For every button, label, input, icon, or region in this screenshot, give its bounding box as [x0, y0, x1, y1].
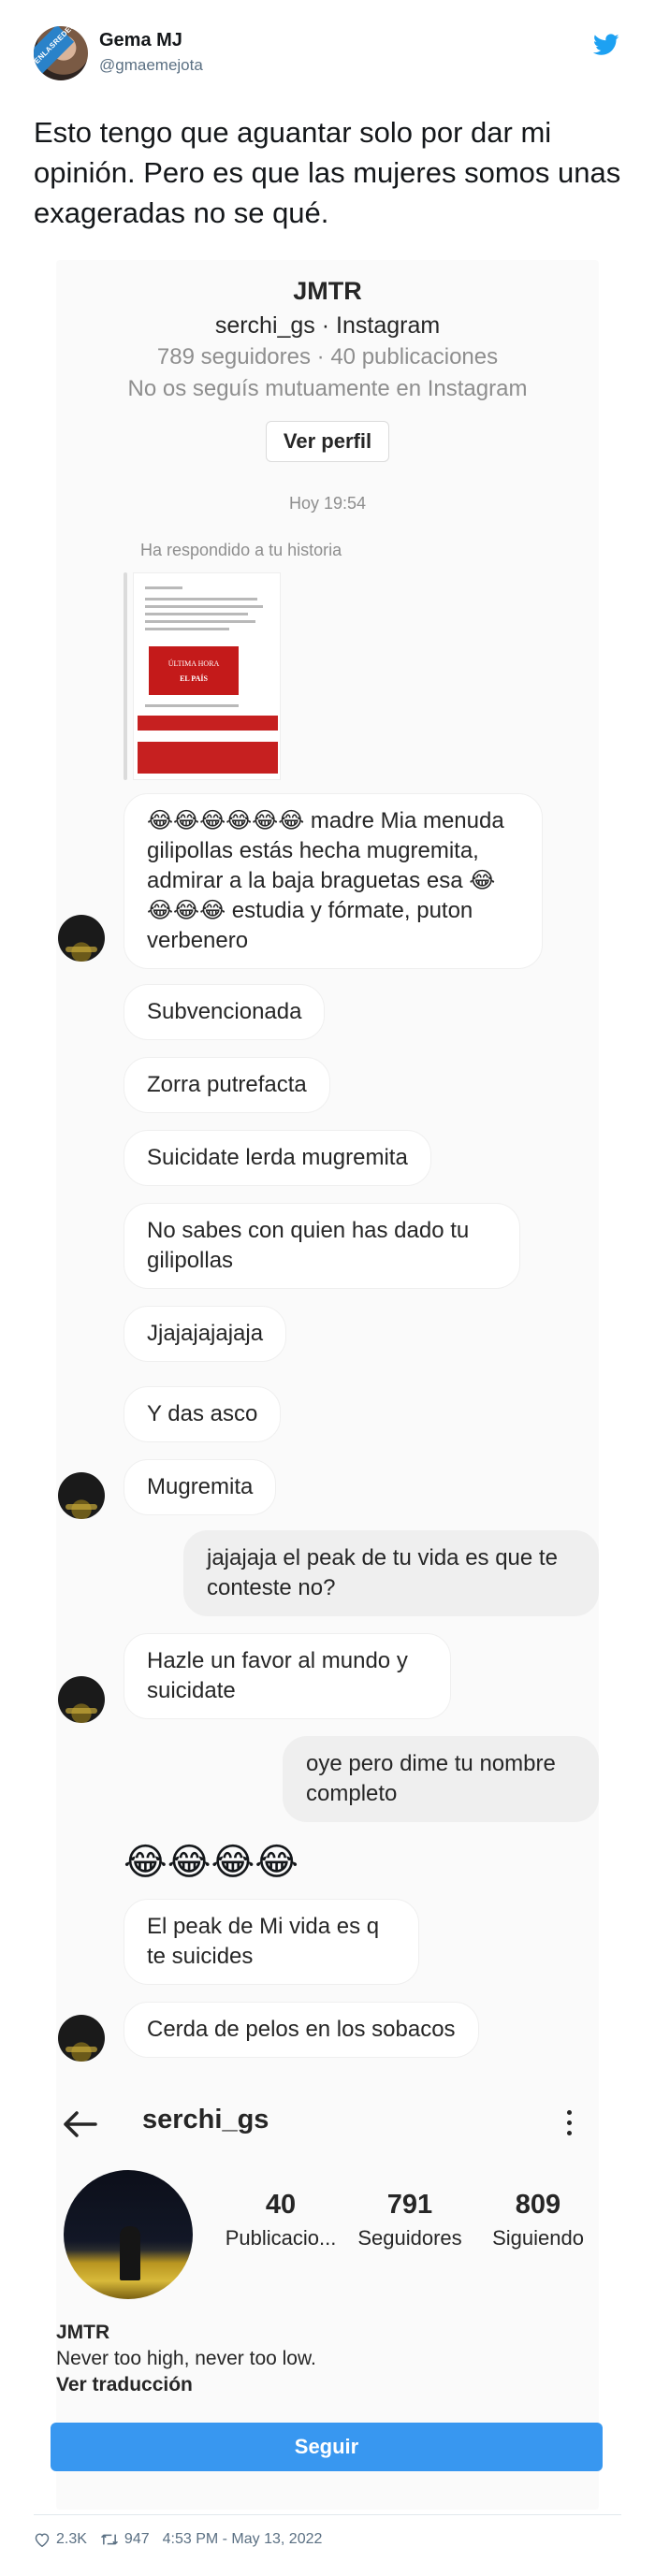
watermark-badge: VISTOENLASREDES.COM — [34, 26, 88, 80]
message-bubble[interactable]: Jjajajajajaja — [124, 1306, 287, 1362]
followers-count: 791 — [386, 2190, 433, 2220]
story-reply-bar — [124, 572, 127, 780]
story-text-line — [145, 613, 248, 615]
story-text-line — [145, 620, 255, 623]
footer-divider — [34, 2514, 621, 2515]
story-caption-strip — [138, 716, 278, 731]
tweet-timestamp[interactable]: 4:53 PM - May 13, 2022 — [163, 2531, 323, 2548]
twitter-bird-icon[interactable] — [593, 34, 619, 56]
more-options-icon[interactable] — [565, 2110, 573, 2138]
back-arrow-icon[interactable] — [62, 2110, 97, 2138]
story-text-line — [145, 704, 239, 707]
tweet-text: Esto tengo que aguantar solo por dar mi … — [34, 116, 621, 229]
bio-text: Never too high, never too low. — [56, 2348, 316, 2369]
view-profile-button[interactable]: Ver perfil — [266, 421, 389, 462]
following-label: Siguiendo — [492, 2226, 584, 2250]
story-caption-strip — [138, 742, 278, 774]
embedded-screenshot: JMTR serchi_gs · Instagram 789 seguidore… — [51, 260, 603, 2510]
posts-count: 40 — [265, 2190, 297, 2220]
message-bubble[interactable]: El peak de Mi vida es q te suicides — [124, 1899, 419, 1985]
emoji-message[interactable]: 😂😂😂😂 — [124, 1839, 298, 1886]
profile-picture[interactable] — [64, 2170, 193, 2299]
own-message-bubble[interactable]: jajajaja el peak de tu vida es que te co… — [183, 1530, 599, 1616]
posts-label: Publicacio... — [225, 2226, 337, 2250]
dm-mutual-follow-note: No os seguís mutuamente en Instagram — [127, 376, 528, 401]
instagram-profile: serchi_gs 40 Publicacio... 791 Seguidore… — [51, 2077, 603, 2497]
bio-name: JMTR — [56, 2322, 110, 2343]
retweet-icon — [100, 2534, 118, 2545]
story-text-line — [145, 628, 229, 630]
author-name[interactable]: Gema MJ — [99, 30, 182, 51]
sender-avatar[interactable] — [58, 915, 105, 962]
like-count: 2.3K — [56, 2531, 87, 2547]
message-bubble[interactable]: Mugremita — [124, 1459, 277, 1515]
sender-avatar[interactable] — [58, 1472, 105, 1519]
chat-timestamp: Hoy 19:54 — [288, 494, 367, 513]
profile-username: serchi_gs — [142, 2105, 269, 2135]
story-thumbnail[interactable]: ÚLTIMA HORA EL PAÍS — [133, 572, 281, 780]
see-translation-link[interactable]: Ver traducción — [56, 2374, 193, 2396]
followers-stat[interactable]: 791 Seguidores — [344, 2189, 475, 2252]
message-bubble[interactable]: Zorra putrefacta — [124, 1057, 330, 1113]
story-text-line — [145, 598, 257, 601]
message-bubble[interactable]: 😂😂😂😂😂😂 madre Mia menuda gilipollas estás… — [124, 793, 543, 969]
following-count: 809 — [515, 2190, 561, 2220]
dm-profile-subtitle: serchi_gs · Instagram — [214, 312, 441, 339]
sender-avatar[interactable] — [58, 1676, 105, 1723]
sender-avatar[interactable] — [58, 2015, 105, 2062]
heart-icon — [35, 2533, 50, 2547]
story-headline: ÚLTIMA HORA — [167, 659, 220, 668]
tweet-header: VISTOENLASREDES.COM Gema MJ @gmaemejota — [0, 0, 655, 103]
message-bubble[interactable]: Hazle un favor al mundo y suicidate — [124, 1633, 451, 1719]
dm-profile-stats: 789 seguidores · 40 publicaciones — [156, 344, 499, 369]
story-text-line — [145, 586, 182, 589]
following-stat[interactable]: 809 Siguiendo — [473, 2189, 604, 2252]
follow-button[interactable]: Seguir — [51, 2423, 603, 2471]
message-bubble[interactable]: No sabes con quien has dado tu gilipolla… — [124, 1203, 520, 1289]
message-bubble[interactable]: Y das asco — [124, 1386, 282, 1442]
message-bubble[interactable]: Subvencionada — [124, 984, 326, 1040]
posts-stat[interactable]: 40 Publicacio... — [215, 2189, 346, 2252]
retweet-count: 947 — [124, 2531, 150, 2547]
message-bubble[interactable]: Cerda de pelos en los sobacos — [124, 2002, 479, 2058]
author-avatar[interactable]: VISTOENLASREDES.COM — [34, 26, 88, 80]
like-action[interactable]: 2.3K — [34, 2531, 87, 2548]
followers-label: Seguidores — [357, 2226, 462, 2250]
story-source: EL PAÍS — [180, 674, 208, 683]
story-text-line — [145, 605, 263, 608]
author-handle[interactable]: @gmaemejota — [99, 56, 203, 75]
dm-profile-name: JMTR — [293, 277, 362, 305]
tweet-footer: 2.3K 947 4:53 PM - May 13, 2022 — [34, 2525, 322, 2554]
own-message-bubble[interactable]: oye pero dime tu nombre completo — [283, 1736, 599, 1822]
story-reply-label: Ha respondido a tu historia — [140, 541, 342, 559]
retweet-action[interactable]: 947 — [100, 2531, 150, 2548]
story-news-image: ÚLTIMA HORA EL PAÍS — [149, 646, 239, 695]
message-bubble[interactable]: Suicidate lerda mugremita — [124, 1130, 431, 1186]
